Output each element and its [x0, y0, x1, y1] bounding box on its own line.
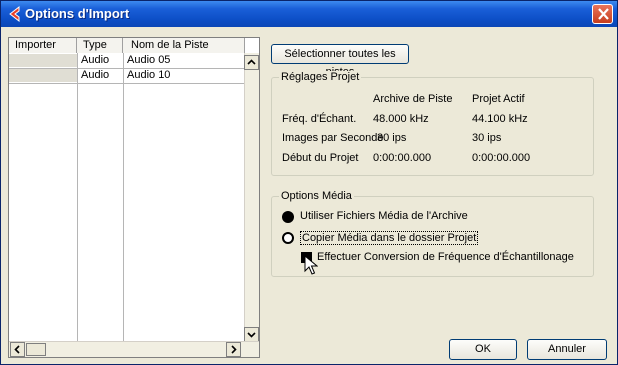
horizontal-scrollbar[interactable] — [9, 341, 259, 357]
import-options-dialog: Options d'Import Importer Type Nom de la… — [0, 0, 618, 365]
row-divider — [9, 83, 245, 84]
archive-column-header: Archive de Piste — [373, 93, 453, 105]
chevron-up-icon — [247, 59, 256, 65]
window-title: Options d'Import — [25, 6, 130, 21]
archive-frame-rate: 30 ips — [377, 132, 407, 144]
frame-rate-label: Images par Seconde — [282, 132, 384, 144]
project-sample-rate: 44.100 kHz — [472, 113, 528, 125]
archive-sample-rate: 48.000 kHz — [373, 113, 429, 125]
track-list[interactable]: Importer Type Nom de la Piste Audio Audi… — [8, 37, 260, 358]
chevron-down-icon — [247, 332, 256, 338]
vertical-scrollbar[interactable] — [244, 53, 259, 342]
scroll-up-button[interactable] — [244, 55, 259, 70]
media-options-title: Options Média — [279, 190, 354, 202]
project-frame-rate: 30 ips — [472, 132, 502, 144]
chevron-right-icon — [231, 345, 237, 354]
grid-divider — [123, 53, 124, 341]
convert-sample-rate-label[interactable]: Effectuer Conversion de Fréquence d'Écha… — [317, 251, 574, 263]
ok-button[interactable]: OK — [449, 339, 517, 360]
track-name-cell[interactable]: Audio 05 — [123, 54, 170, 68]
column-header-type[interactable]: Type — [77, 38, 123, 53]
column-header-track-name[interactable]: Nom de la Piste — [123, 38, 245, 53]
copy-media-radio[interactable] — [282, 232, 294, 244]
select-all-tracks-button[interactable]: Sélectionner toutes les pistes — [271, 44, 409, 78]
track-type-cell: Audio — [81, 54, 110, 66]
track-name-cell[interactable]: Audio 10 — [123, 69, 170, 83]
grid-divider — [77, 53, 78, 341]
import-checkbox-cell[interactable] — [9, 54, 77, 67]
close-icon — [598, 8, 609, 20]
title-bar[interactable]: Options d'Import — [1, 1, 617, 27]
cancel-button[interactable]: Annuler — [527, 339, 607, 360]
use-archive-media-label[interactable]: Utiliser Fichiers Média de l'Archive — [300, 210, 468, 222]
copy-media-label[interactable]: Copier Média dans le dossier Projet — [300, 231, 479, 245]
scroll-left-button[interactable] — [10, 342, 25, 357]
sample-rate-label: Fréq. d'Échant. — [282, 113, 357, 125]
project-column-header: Projet Actif — [472, 93, 525, 105]
use-archive-media-radio[interactable] — [282, 211, 294, 223]
archive-project-start: 0:00:00.000 — [373, 152, 432, 164]
close-button[interactable] — [592, 4, 613, 24]
track-type-cell: Audio — [81, 69, 110, 81]
app-logo-icon — [9, 6, 20, 22]
scroll-right-button[interactable] — [226, 342, 241, 357]
import-checkbox-cell[interactable] — [9, 69, 77, 82]
scroll-down-button[interactable] — [244, 327, 259, 342]
mouse-cursor-icon — [304, 255, 318, 275]
track-list-header: Importer Type Nom de la Piste — [9, 38, 245, 53]
horizontal-scroll-thumb[interactable] — [26, 343, 46, 356]
project-project-start: 0:00:00.000 — [472, 152, 531, 164]
project-settings-title: Réglages Projet — [279, 71, 362, 83]
project-start-label: Début du Projet — [282, 152, 359, 164]
column-header-import[interactable]: Importer — [9, 38, 77, 53]
chevron-left-icon — [14, 345, 20, 354]
